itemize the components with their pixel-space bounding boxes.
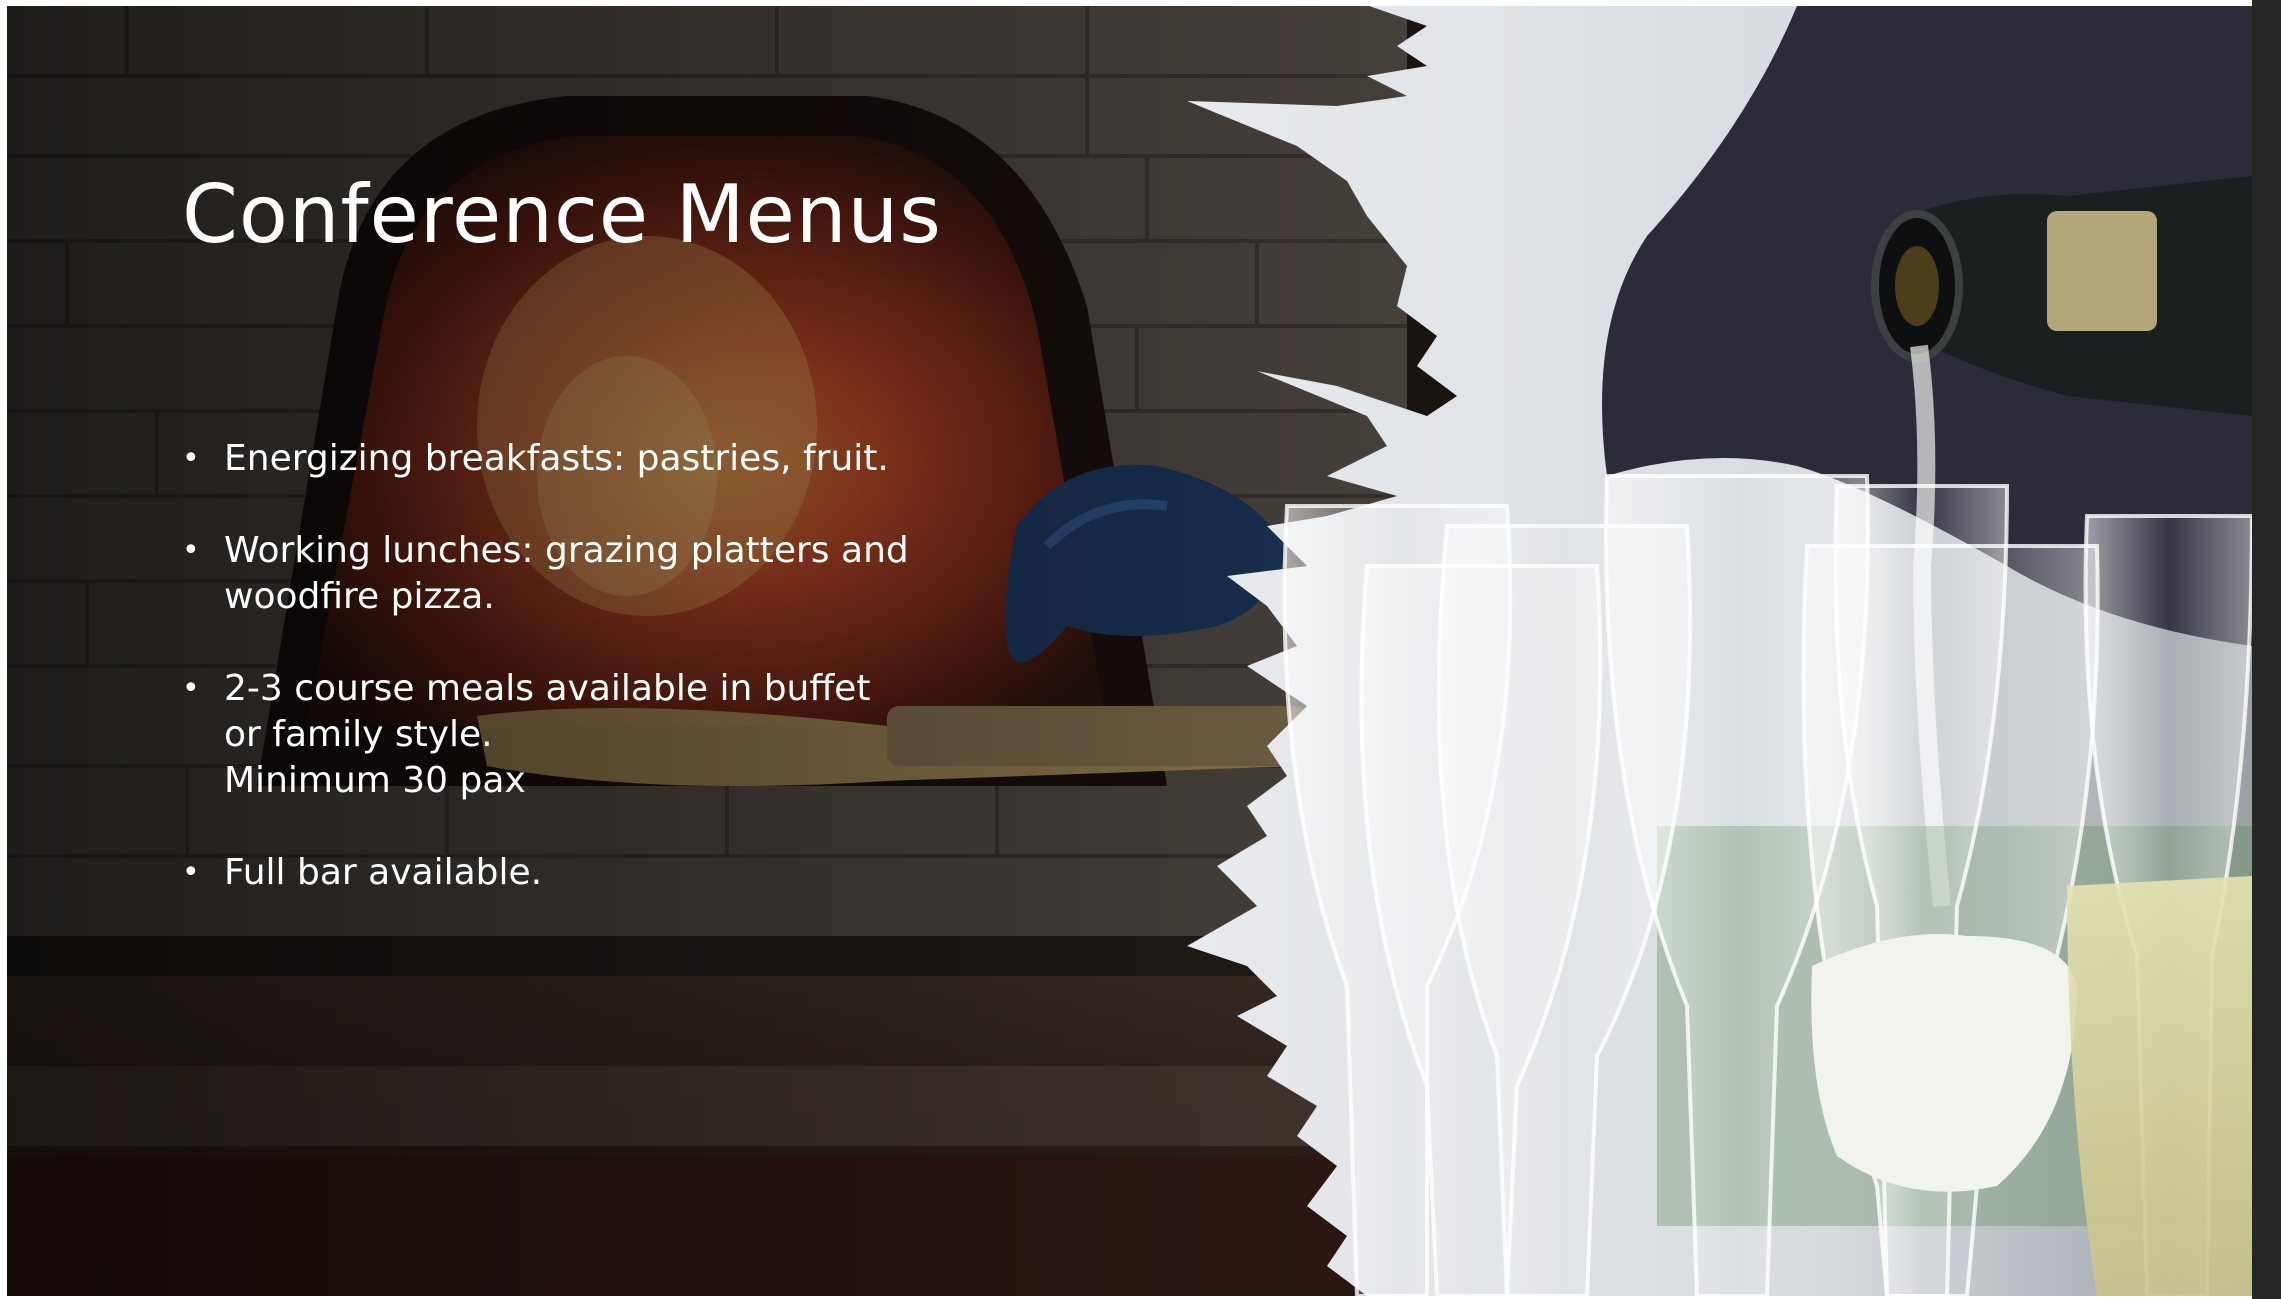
bullet-text: woodfire pizza.: [224, 576, 495, 617]
bullet-text: Working lunches: grazing platters and: [224, 530, 909, 571]
bullet-dot-icon: •: [182, 441, 200, 476]
bullet-text: or family style.: [224, 714, 493, 755]
window-edge: [2252, 0, 2281, 1299]
bullet-dot-icon: •: [182, 855, 200, 890]
bullet-text: Full bar available.: [224, 852, 543, 893]
list-item: • Full bar available.: [182, 850, 1062, 896]
bullet-text: 2-3 course meals available in buffet: [224, 668, 871, 709]
slide: Conference Menus • Energizing breakfasts…: [7, 6, 2252, 1296]
bullet-text: Energizing breakfasts: pastries, fruit.: [224, 438, 889, 479]
list-item: • Working lunches: grazing platters and …: [182, 528, 1062, 620]
menu-bullet-list: • Energizing breakfasts: pastries, fruit…: [182, 436, 1062, 942]
slide-title: Conference Menus: [182, 168, 942, 261]
bullet-text: Minimum 30 pax: [224, 760, 526, 801]
list-item: • Energizing breakfasts: pastries, fruit…: [182, 436, 1062, 482]
bullet-dot-icon: •: [182, 671, 200, 706]
bullet-dot-icon: •: [182, 533, 200, 568]
list-item: • 2-3 course meals available in buffet o…: [182, 666, 1062, 804]
